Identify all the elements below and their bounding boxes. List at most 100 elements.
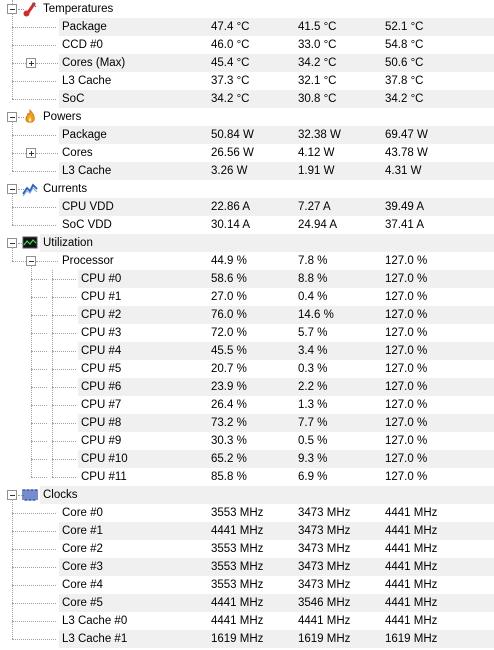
sensor-row[interactable]: Core #2 3553 MHz 3473 MHz 4441 MHz (0, 540, 494, 558)
maximum-value: 50.6 °C (385, 57, 424, 69)
minimum-value: 24.94 A (298, 219, 338, 231)
current-value: 4441 MHz (211, 615, 264, 627)
sensor-row[interactable]: CCD #0 46.0 °C 33.0 °C 54.8 °C (0, 36, 494, 54)
sensor-row[interactable]: CPU #11 85.8 % 6.9 % 127.0 % (0, 468, 494, 486)
maximum-value: 4.31 W (385, 165, 422, 177)
minimum-value: 33.0 °C (298, 39, 337, 51)
current-value: 3553 MHz (211, 507, 264, 519)
minimum-value: 34.2 °C (298, 57, 337, 69)
sensor-row[interactable]: CPU #8 73.2 % 7.7 % 127.0 % (0, 414, 494, 432)
current-value: 34.2 °C (211, 93, 250, 105)
sensor-group-temperatures[interactable]: Temperatures (0, 0, 494, 18)
sensor-name: Core #4 (62, 579, 103, 591)
sensor-name: Core #0 (62, 507, 103, 519)
minimum-value: 3.4 % (298, 345, 328, 357)
sensor-row[interactable]: CPU #7 26.4 % 1.3 % 127.0 % (0, 396, 494, 414)
sensor-row[interactable]: Core #5 4441 MHz 3546 MHz 4441 MHz (0, 594, 494, 612)
maximum-value: 69.47 W (385, 129, 428, 141)
current-value: 1619 MHz (211, 633, 264, 645)
current-value: 3553 MHz (211, 543, 264, 555)
sensor-row[interactable]: CPU #9 30.3 % 0.5 % 127.0 % (0, 432, 494, 450)
sensor-name: CPU #9 (81, 435, 122, 447)
sensor-group-label: Powers (43, 111, 82, 123)
sensor-row[interactable]: Core #4 3553 MHz 3473 MHz 4441 MHz (0, 576, 494, 594)
sensor-row[interactable]: CPU #2 76.0 % 14.6 % 127.0 % (0, 306, 494, 324)
sensor-row[interactable]: CPU #6 23.9 % 2.2 % 127.0 % (0, 378, 494, 396)
current-value: 26.4 % (211, 399, 247, 411)
maximum-value: 4441 MHz (385, 615, 438, 627)
maximum-value: 127.0 % (385, 327, 428, 339)
sensor-row[interactable]: Package 50.84 W 32.38 W 69.47 W (0, 126, 494, 144)
sensor-group-powers[interactable]: Powers (0, 108, 494, 126)
sensor-row[interactable]: Processor 44.9 % 7.8 % 127.0 % (0, 252, 494, 270)
sensor-group-utilization[interactable]: Utilization (0, 234, 494, 252)
sensor-name: SoC (62, 93, 85, 105)
sensor-name: Cores (62, 147, 93, 159)
maximum-value: 39.49 A (385, 201, 425, 213)
maximum-value: 37.8 °C (385, 75, 424, 87)
sensor-row[interactable]: CPU #1 27.0 % 0.4 % 127.0 % (0, 288, 494, 306)
minimum-value: 7.27 A (298, 201, 331, 213)
sensor-row[interactable]: L3 Cache #1 1619 MHz 1619 MHz 1619 MHz (0, 630, 494, 648)
sensor-name: CPU #2 (81, 309, 122, 321)
sensor-name: L3 Cache #0 (62, 615, 128, 627)
flame-icon (22, 108, 38, 125)
sensor-row[interactable]: CPU #5 20.7 % 0.3 % 127.0 % (0, 360, 494, 378)
sensor-name: L3 Cache (62, 75, 112, 87)
current-value: 30.14 A (211, 219, 251, 231)
sensor-row[interactable]: Cores (Max) 45.4 °C 34.2 °C 50.6 °C (0, 54, 494, 72)
sensor-row[interactable]: Core #3 3553 MHz 3473 MHz 4441 MHz (0, 558, 494, 576)
sensor-name: CPU #1 (81, 291, 122, 303)
minimum-value: 4441 MHz (298, 615, 351, 627)
minimum-value: 32.1 °C (298, 75, 337, 87)
current-value: 72.0 % (211, 327, 247, 339)
sensor-group-currents[interactable]: Currents (0, 180, 494, 198)
current-value: 20.7 % (211, 363, 247, 375)
current-value: 3553 MHz (211, 561, 264, 573)
sensor-row[interactable]: CPU #0 58.6 % 8.8 % 127.0 % (0, 270, 494, 288)
sensor-name: Core #3 (62, 561, 103, 573)
minimum-value: 30.8 °C (298, 93, 337, 105)
sensor-row[interactable]: Cores 26.56 W 4.12 W 43.78 W (0, 144, 494, 162)
maximum-value: 4441 MHz (385, 597, 438, 609)
minimum-value: 2.2 % (298, 381, 328, 393)
sensor-row[interactable]: CPU #10 65.2 % 9.3 % 127.0 % (0, 450, 494, 468)
sensor-name: CPU #11 (81, 471, 127, 483)
sensor-row[interactable]: L3 Cache 37.3 °C 32.1 °C 37.8 °C (0, 72, 494, 90)
clock-wave-icon (22, 487, 38, 503)
sensor-name: Core #1 (62, 525, 103, 537)
sensor-name: Package (62, 129, 107, 141)
sensor-row[interactable]: Package 47.4 °C 41.5 °C 52.1 °C (0, 18, 494, 36)
current-value: 65.2 % (211, 453, 247, 465)
current-value: 46.0 °C (211, 39, 250, 51)
sensor-tree: Temperatures Package 47.4 °C 41.5 °C 52.1 °C… (0, 0, 494, 650)
sensor-row[interactable]: Core #1 4441 MHz 3473 MHz 4441 MHz (0, 522, 494, 540)
expand-cores-max--button[interactable] (26, 58, 36, 68)
sensor-row[interactable]: SoC 34.2 °C 30.8 °C 34.2 °C (0, 90, 494, 108)
sensor-name: CPU #4 (81, 345, 122, 357)
sensor-row[interactable]: CPU #3 72.0 % 5.7 % 127.0 % (0, 324, 494, 342)
maximum-value: 43.78 W (385, 147, 428, 159)
maximum-value: 127.0 % (385, 471, 428, 483)
maximum-value: 4441 MHz (385, 579, 438, 591)
minimum-value: 3473 MHz (298, 543, 351, 555)
minimum-value: 1619 MHz (298, 633, 351, 645)
sensor-group-label: Utilization (43, 237, 93, 249)
sensor-name: CPU #10 (81, 453, 128, 465)
sensor-group-clocks[interactable]: Clocks (0, 486, 494, 504)
sensor-row[interactable]: CPU VDD 22.86 A 7.27 A 39.49 A (0, 198, 494, 216)
current-value: 3553 MHz (211, 579, 264, 591)
minimum-value: 41.5 °C (298, 21, 337, 33)
minimum-value: 14.6 % (298, 309, 334, 321)
sensor-row[interactable]: SoC VDD 30.14 A 24.94 A 37.41 A (0, 216, 494, 234)
sensor-row[interactable]: L3 Cache 3.26 W 1.91 W 4.31 W (0, 162, 494, 180)
current-value: 85.8 % (211, 471, 247, 483)
current-value: 44.9 % (211, 255, 247, 267)
minimum-value: 5.7 % (298, 327, 328, 339)
sensor-row[interactable]: L3 Cache #0 4441 MHz 4441 MHz 4441 MHz (0, 612, 494, 630)
sensor-row[interactable]: Core #0 3553 MHz 3473 MHz 4441 MHz (0, 504, 494, 522)
sensor-row[interactable]: CPU #4 45.5 % 3.4 % 127.0 % (0, 342, 494, 360)
current-value: 45.4 °C (211, 57, 250, 69)
expand-cores-button[interactable] (26, 148, 36, 158)
sensor-name: Core #2 (62, 543, 103, 555)
